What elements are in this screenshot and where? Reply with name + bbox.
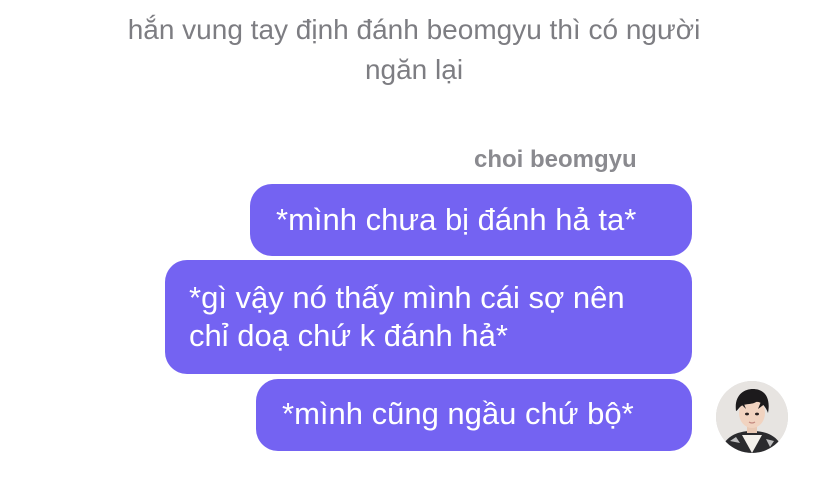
message-bubble-2[interactable]: *gì vậy nó thấy mình cái sợ nên chỉ doạ … <box>165 260 692 374</box>
sender-name: choi beomgyu <box>474 146 637 173</box>
message-text: *mình cũng ngầu chứ bộ* <box>282 396 634 431</box>
message-bubble-3[interactable]: *mình cũng ngầu chứ bộ* <box>256 379 692 451</box>
message-text-line-2: chỉ doạ chứ k đánh hả* <box>189 318 508 353</box>
message-text: *mình chưa bị đánh hả ta* <box>276 202 637 237</box>
message-bubble-1[interactable]: *mình chưa bị đánh hả ta* <box>250 184 692 256</box>
message-text-line-1: *gì vậy nó thấy mình cái sợ nên <box>189 280 625 315</box>
avatar-photo-icon <box>716 381 788 453</box>
narration-text: hắn vung tay định đánh beomgyu thì có ng… <box>127 14 701 85</box>
avatar[interactable] <box>716 381 788 453</box>
